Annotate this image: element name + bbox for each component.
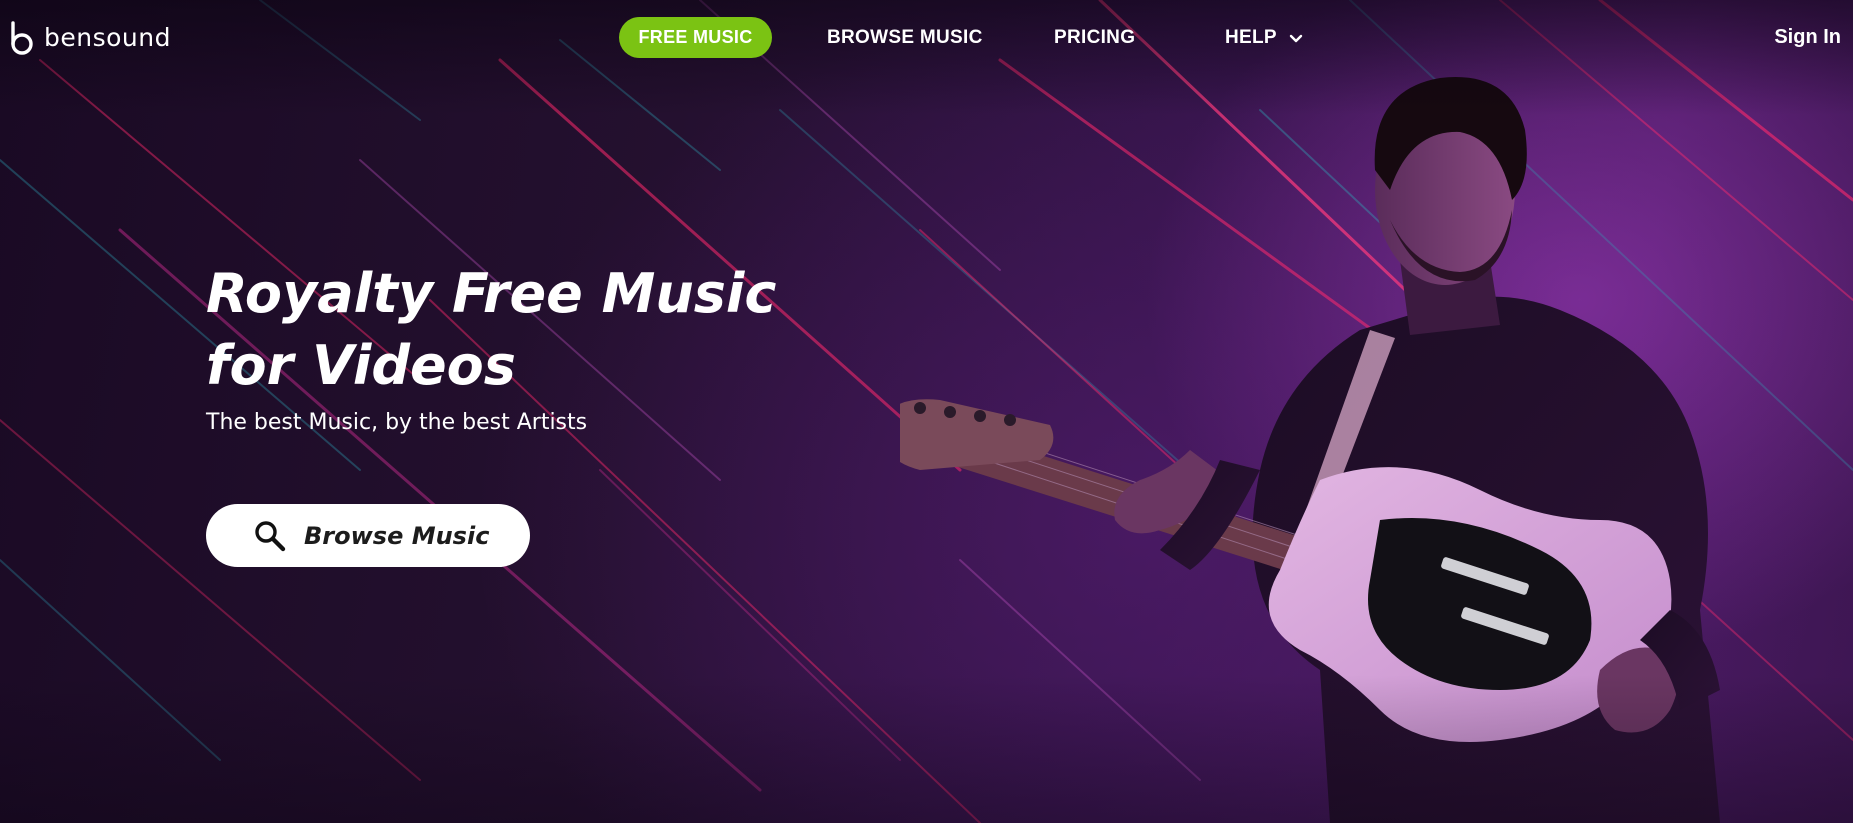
browse-music-button-label: Browse Music	[304, 521, 490, 550]
hero-title-line-2: for Videos	[206, 334, 516, 397]
nav-help[interactable]: HELP	[1225, 17, 1304, 58]
hero-title-line-1: Royalty Free Music	[206, 262, 777, 325]
guitarist-image	[900, 77, 1720, 823]
hero-section: bensound FREE MUSIC BROWSE MUSIC PRICING…	[0, 0, 1853, 823]
hero-title: Royalty Free Music for Videos	[206, 258, 826, 402]
browse-music-button[interactable]: Browse Music	[206, 504, 530, 567]
bensound-b-logo-icon	[11, 21, 33, 55]
hero-subtitle: The best Music, by the best Artists	[206, 410, 588, 435]
sign-in-link[interactable]: Sign In	[1774, 17, 1841, 58]
chevron-down-icon	[1289, 34, 1303, 42]
nav-pricing[interactable]: PRICING	[1054, 17, 1135, 58]
brand-name: bensound	[44, 23, 171, 52]
nav-help-label: HELP	[1225, 27, 1277, 48]
bensound-logo[interactable]: bensound	[9, 20, 171, 56]
top-navbar: bensound FREE MUSIC BROWSE MUSIC PRICING…	[0, 0, 1853, 76]
search-icon	[255, 520, 286, 551]
nav-free-music[interactable]: FREE MUSIC	[619, 17, 772, 58]
nav-browse-music[interactable]: BROWSE MUSIC	[827, 17, 983, 58]
